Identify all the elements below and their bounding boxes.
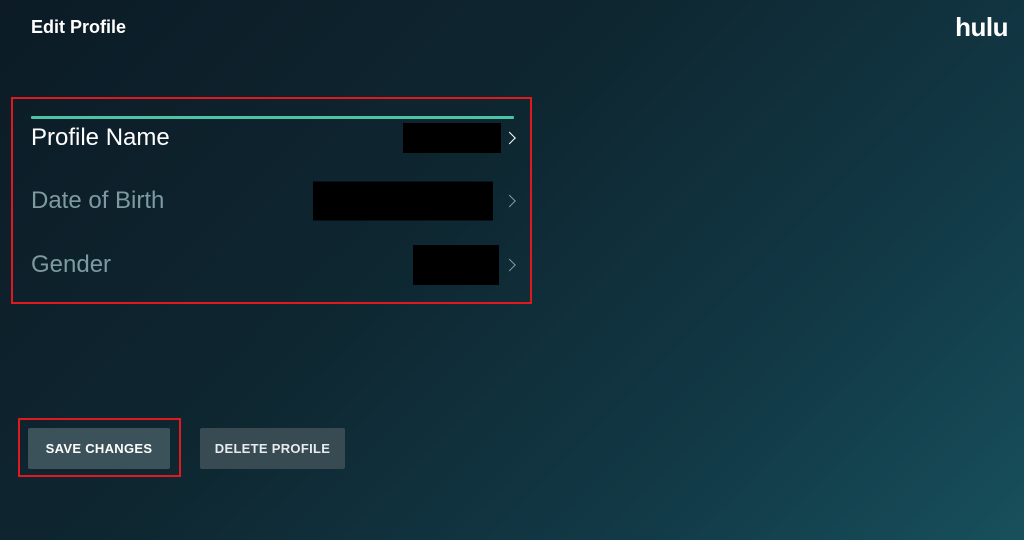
- chevron-right-icon: [503, 258, 516, 272]
- save-changes-button[interactable]: SAVE CHANGES: [28, 428, 170, 469]
- gender-field[interactable]: Gender: [13, 234, 530, 296]
- profile-name-value-redacted: [403, 123, 501, 153]
- gender-label: Gender: [31, 251, 112, 278]
- profile-fields-panel: Profile Name Date of Birth Gender: [11, 97, 532, 304]
- date-of-birth-label: Date of Birth: [31, 187, 165, 214]
- date-of-birth-value-redacted: [313, 181, 493, 221]
- chevron-right-icon: [503, 131, 516, 145]
- profile-name-field[interactable]: Profile Name: [13, 107, 530, 169]
- chevron-right-icon: [503, 194, 516, 208]
- page-title: Edit Profile: [31, 17, 127, 37]
- date-of-birth-field[interactable]: Date of Birth: [13, 170, 530, 232]
- gender-value-redacted: [413, 245, 499, 285]
- hulu-logo: hulu: [955, 12, 1008, 42]
- profile-name-label: Profile Name: [31, 124, 170, 151]
- delete-profile-button[interactable]: DELETE PROFILE: [200, 428, 345, 469]
